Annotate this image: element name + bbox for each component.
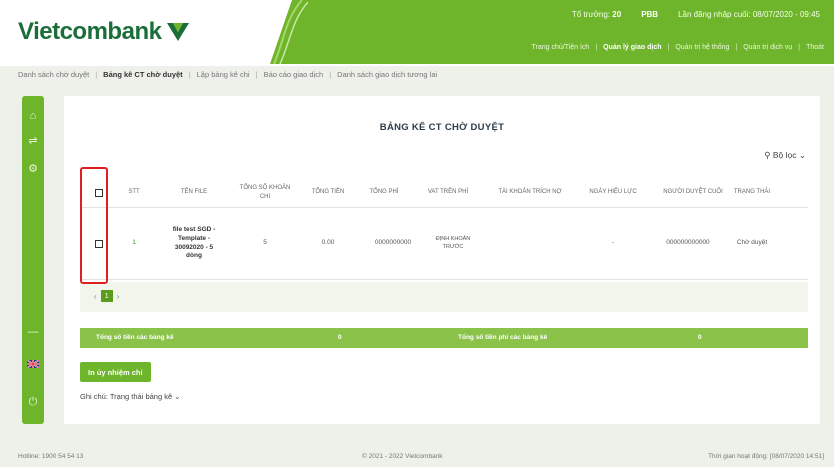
- next-page-button[interactable]: ›: [117, 292, 120, 301]
- filter-toggle[interactable]: ⚲ Bộ lọc ⌄: [764, 150, 806, 161]
- nav-transactions[interactable]: Quản lý giao dịch: [603, 44, 661, 51]
- footer-hotline: Hotline: 1900 54 54 13: [18, 453, 84, 460]
- col-total-count: TỔNG SỐ KHOẢN CHI: [239, 185, 291, 200]
- row-approver: 000000000000: [666, 239, 710, 247]
- col-total-fee: TỔNG PHÍ: [369, 189, 399, 196]
- col-stt: STT: [128, 189, 140, 196]
- sub-nav: Danh sách chờ duyệt | Bảng kê CT chờ duy…: [18, 70, 438, 79]
- row-account: 0000000000: [374, 239, 412, 247]
- col-file-name: TÊN FILE: [180, 189, 208, 196]
- settings-icon[interactable]: ⚙: [22, 162, 44, 175]
- col-effective-date: NGÀY HIỆU LỰC: [589, 189, 637, 196]
- nav-service-admin[interactable]: Quản trị dịch vụ: [743, 44, 792, 51]
- row-amount: 0.00: [321, 239, 335, 247]
- sidebar: ⌂ ⇌ ⚙ — ⏻: [22, 96, 44, 424]
- total-fee-label: Tổng số tiền phí các bảng kê: [458, 334, 548, 341]
- col-vat: VAT TRÊN PHÍ: [427, 189, 469, 196]
- header-swoosh-graphic: [273, 0, 308, 64]
- subnav-pending-list[interactable]: Danh sách chờ duyệt: [18, 70, 89, 79]
- status-note-label: Ghi chú: Trạng thái bảng kê: [80, 392, 173, 401]
- nav-system-admin[interactable]: Quản trị hệ thống: [675, 44, 729, 51]
- totals-bar: Tổng số tiền các bảng kê 0 Tổng số tiền …: [80, 328, 808, 348]
- account-code: PBB: [641, 10, 659, 19]
- subnav-pending-statements[interactable]: Bảng kê CT chờ duyệt: [103, 70, 183, 79]
- subnav-report[interactable]: Báo cáo giao dịch: [264, 70, 324, 79]
- page-1-button[interactable]: 1: [100, 290, 113, 302]
- last-login-info: Lần đăng nhập cuối: 08/07/2020 - 09:45: [678, 10, 820, 19]
- filter-icon: ⚲: [764, 150, 771, 160]
- subnav-create-statement[interactable]: Lập bảng kê chi: [197, 70, 250, 79]
- flag-uk-icon[interactable]: [22, 358, 44, 370]
- chevron-down-icon: ⌄: [798, 150, 806, 160]
- home-icon[interactable]: ⌂: [22, 110, 44, 122]
- header-info: Tổ trưởng: 20 PBB Lần đăng nhập cuối: 08…: [572, 10, 820, 19]
- table-header: STT TÊN FILE TỔNG SỐ KHOẢN CHI TỔNG TIỀN…: [80, 178, 808, 208]
- row-status: Chờ duyệt: [736, 239, 768, 247]
- prev-page-button[interactable]: ‹: [94, 292, 97, 301]
- col-total-amount: TỔNG TIỀN: [311, 189, 345, 196]
- col-approver: NGƯỜI DUYỆT CUỐI: [663, 189, 723, 196]
- minus-icon[interactable]: —: [22, 326, 44, 338]
- total-fee-value: 0: [698, 334, 702, 341]
- tx-counter: Tổ trưởng: 20: [571, 10, 622, 19]
- nav-logout[interactable]: Thoát: [806, 44, 824, 51]
- status-note[interactable]: Ghi chú: Trạng thái bảng kê ⌄: [80, 392, 181, 401]
- chevron-down-icon: ⌄: [174, 392, 181, 401]
- row-stt[interactable]: 1: [120, 208, 148, 279]
- main-card: BẢNG KÊ CT CHỜ DUYỆT ⚲ Bộ lọc ⌄ STT TÊN …: [64, 96, 820, 424]
- transfer-icon[interactable]: ⇌: [22, 134, 44, 147]
- filter-label: Bộ lọc: [772, 150, 797, 160]
- total-amount-value: 0: [338, 334, 342, 341]
- page-title: BẢNG KÊ CT CHỜ DUYỆT: [379, 122, 505, 133]
- col-status: TRẠNG THÁI: [733, 189, 771, 196]
- footer: Hotline: 1900 54 54 13 © 2021 - 2022 Vie…: [0, 449, 834, 467]
- footer-copyright: © 2021 - 2022 Vietcombank: [362, 453, 443, 460]
- row-file-name[interactable]: file test SGD - Template - 30092020 - 5 …: [168, 208, 220, 279]
- pagination: ‹ 1 ›: [80, 282, 808, 312]
- footer-last-login: Thời gian hoạt động: [08/07/2020 14:51]: [708, 453, 824, 460]
- row-debit-account: ĐỊNH KHOẢN TRƯỚC: [435, 236, 471, 250]
- row-count: 5: [263, 239, 267, 247]
- power-icon[interactable]: ⏻: [22, 396, 44, 409]
- vietcombank-logo[interactable]: Vietcombank: [18, 18, 191, 46]
- brand-name: Vietcombank: [18, 18, 162, 45]
- print-payment-order-button[interactable]: In ủy nhiệm chi: [80, 362, 151, 382]
- row-effective-date: -: [611, 239, 615, 247]
- checkbox-highlight-box: [80, 167, 108, 284]
- main-nav: Trang chủ/Tiện ích | Quản lý giao dịch |…: [531, 44, 824, 51]
- logo-chevron-icon: [167, 23, 190, 41]
- table-row[interactable]: 1 file test SGD - Template - 30092020 - …: [80, 208, 808, 280]
- total-amount-label: Tổng số tiền các bảng kê: [96, 334, 174, 341]
- subnav-future-transactions[interactable]: Danh sách giao dịch tương lai: [337, 70, 437, 79]
- col-debit-account: TÀI KHOẢN TRÍCH NỢ: [498, 189, 562, 196]
- nav-home[interactable]: Trang chủ/Tiện ích: [531, 44, 589, 51]
